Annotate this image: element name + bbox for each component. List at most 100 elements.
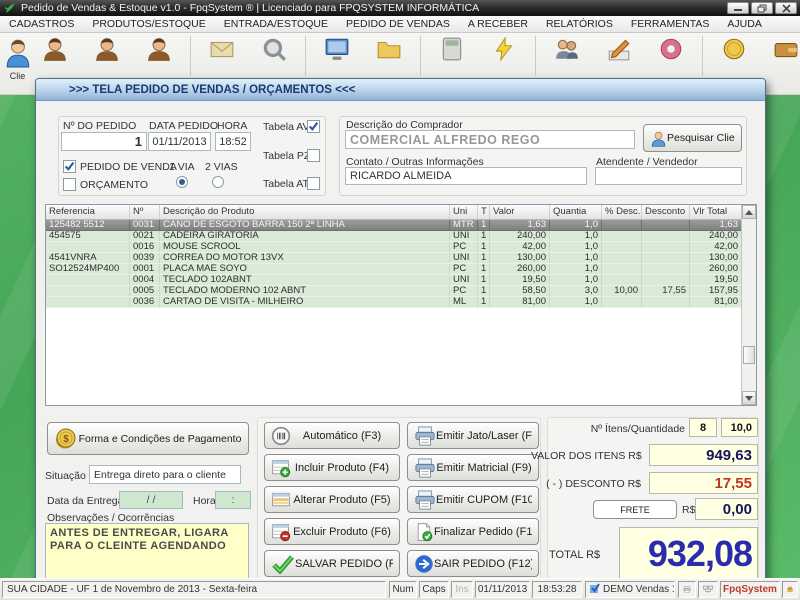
menu-cadastros[interactable]: CADASTROS xyxy=(0,16,83,33)
total-label: TOTAL R$ xyxy=(549,549,600,561)
emitir-jato-laser-button[interactable]: Emitir Jato/Laser (F8) xyxy=(407,422,539,449)
descricao-comprador-field[interactable]: COMERCIAL ALFREDO REGO xyxy=(345,130,635,149)
column-header-desconto[interactable]: Desconto xyxy=(642,205,690,219)
donut-icon[interactable] xyxy=(658,36,684,62)
forma-pagamento-label: Forma e Condições de Pagamento xyxy=(78,433,242,445)
scroll-up-button[interactable] xyxy=(742,205,756,219)
table-row[interactable]: SO12524MP4000001PLACA MÃE SOYOPC1260,001… xyxy=(46,264,756,275)
data-pedido-field[interactable]: 01/11/2013 xyxy=(148,132,211,151)
finalizar-pedido-button[interactable]: Finalizar Pedido (F11) xyxy=(407,518,539,545)
table-cell: 1,63 xyxy=(690,220,742,231)
data-entrega-field[interactable]: / / xyxy=(119,491,183,509)
tabela-av-label: Tabela AV xyxy=(263,121,303,133)
search-icon[interactable] xyxy=(261,36,287,62)
situacao-dropdown[interactable]: Entrega direto para o cliente xyxy=(89,465,241,484)
column-header-referencia[interactable]: Referencia xyxy=(46,205,130,219)
status-key-icon xyxy=(782,581,798,598)
menu-produtos-estoque[interactable]: PRODUTOS/ESTOQUE xyxy=(83,16,214,33)
svg-text:$: $ xyxy=(63,434,69,445)
product-table: ReferenciaNºDescrição do ProdutoUniTValo… xyxy=(45,204,757,406)
table-cell: 240,00 xyxy=(490,231,550,242)
menu-relat-rios[interactable]: RELATÓRIOS xyxy=(537,16,622,33)
situacao-label: Situação xyxy=(45,470,86,482)
pedido-venda-checkbox[interactable] xyxy=(63,160,76,173)
table-cell: 1,0 xyxy=(550,242,602,253)
menu-ferramentas[interactable]: FERRAMENTAS xyxy=(622,16,719,33)
tabela-at-checkbox[interactable] xyxy=(307,177,320,190)
excluir-produto-button[interactable]: Excluir Produto (F6) xyxy=(264,518,400,545)
salvar-pedido-button[interactable]: SALVAR PEDIDO (F7) xyxy=(264,550,400,577)
users-icon[interactable] xyxy=(554,36,580,62)
sair-pedido-button[interactable]: SAIR PEDIDO (F12) xyxy=(407,550,539,577)
forma-pagamento-button[interactable]: $ Forma e Condições de Pagamento xyxy=(47,422,249,455)
column-header--desc-[interactable]: % Desc. xyxy=(602,205,642,219)
coin-icon[interactable] xyxy=(721,36,747,62)
via2-radio[interactable] xyxy=(212,176,224,188)
table-row[interactable]: 4541VNRA0039CORREA DO MOTOR 13VXUNI1130,… xyxy=(46,253,756,264)
status-printer-icon[interactable] xyxy=(678,581,696,598)
emitir-cupom-button[interactable]: Emitir CUPOM (F10) xyxy=(407,486,539,513)
alterar-produto-button[interactable]: Alterar Produto (F5) xyxy=(264,486,400,513)
lightning-icon[interactable] xyxy=(491,36,517,62)
table-scrollbar[interactable] xyxy=(741,205,756,405)
table-row[interactable]: 0016MOUSE SCROOLPC142,001,042,00 xyxy=(46,242,756,253)
column-header-t[interactable]: T xyxy=(478,205,490,219)
pencil-icon[interactable] xyxy=(606,36,632,62)
close-button[interactable] xyxy=(775,2,797,14)
status-network-icon[interactable] xyxy=(698,581,718,598)
table-cell: PLACA MÃE SOYO xyxy=(160,264,450,275)
column-header-n-[interactable]: Nº xyxy=(130,205,160,219)
menu-ajuda[interactable]: AJUDA xyxy=(718,16,770,33)
numero-pedido-field[interactable]: 1 xyxy=(61,132,147,151)
emitir-matricial-button[interactable]: Emitir Matricial (F9) xyxy=(407,454,539,481)
pesquisar-cliente-button[interactable]: Pesquisar Cliente xyxy=(643,124,742,152)
table-row[interactable]: 125482 55120031CANO DE ESGOTO BARRA 150 … xyxy=(46,220,756,231)
column-header-vlr-total[interactable]: Vlr Total xyxy=(690,205,742,219)
scroll-down-button[interactable] xyxy=(742,391,756,405)
contato-field[interactable]: RICARDO ALMEIDA xyxy=(345,167,587,185)
table-cell: PC xyxy=(450,264,478,275)
table-cell xyxy=(46,286,130,297)
minimize-button[interactable] xyxy=(727,2,749,14)
column-header-quantia[interactable]: Quantia xyxy=(550,205,602,219)
atendente-dropdown[interactable] xyxy=(595,167,742,185)
scrollbar-thumb[interactable] xyxy=(743,346,755,364)
envelope-icon[interactable] xyxy=(209,36,235,62)
table-row[interactable]: 0004TECLADO 102ABNTUNI119,501,019,50 xyxy=(46,275,756,286)
menu-a-receber[interactable]: A RECEBER xyxy=(459,16,537,33)
table-cell: UNI xyxy=(450,231,478,242)
toolbar-separator xyxy=(305,36,306,76)
frete-button[interactable]: FRETE xyxy=(593,500,677,519)
table-row[interactable]: 4545750021CADEIRA GIRATORIAUNI1240,001,0… xyxy=(46,231,756,242)
hora-pedido-field[interactable]: 18:52 xyxy=(215,132,251,151)
status-time: 18:53:28 xyxy=(532,581,582,598)
person-icon[interactable] xyxy=(42,36,68,62)
wallet-icon[interactable] xyxy=(773,36,799,62)
hora-entrega-field[interactable]: : xyxy=(215,491,251,509)
table-row[interactable]: 0005TECLADO MODERNO 102 ABNTPC158,503,01… xyxy=(46,286,756,297)
table-cell xyxy=(602,242,642,253)
column-header-descri-o-do-produto[interactable]: Descrição do Produto xyxy=(160,205,450,219)
menu-entrada-estoque[interactable]: ENTRADA/ESTOQUE xyxy=(215,16,337,33)
folder-icon[interactable] xyxy=(376,36,402,62)
table-cell xyxy=(642,231,690,242)
person-icon[interactable] xyxy=(146,36,172,62)
person-icon[interactable] xyxy=(94,36,120,62)
calculator-icon[interactable] xyxy=(439,36,465,62)
toolbar-clientes-button[interactable]: Clie xyxy=(1,38,34,92)
column-header-valor[interactable]: Valor xyxy=(490,205,550,219)
status-ins: Ins xyxy=(451,581,473,598)
autom-tico-button[interactable]: Automático (F3) xyxy=(264,422,400,449)
restore-button[interactable] xyxy=(751,2,773,14)
orcamento-label: ORÇAMENTO xyxy=(80,179,148,191)
tabela-pz-checkbox[interactable] xyxy=(307,149,320,162)
table-row[interactable]: 0036CARTAO DE VISITA - MILHEIROML181,001… xyxy=(46,297,756,308)
incluir-produto-button[interactable]: Incluir Produto (F4) xyxy=(264,454,400,481)
tabela-av-checkbox[interactable] xyxy=(307,120,320,133)
menu-pedido-de-vendas[interactable]: PEDIDO DE VENDAS xyxy=(337,16,459,33)
monitor-icon[interactable] xyxy=(324,36,350,62)
via1-radio[interactable] xyxy=(176,176,188,188)
table-cell: PC xyxy=(450,242,478,253)
orcamento-checkbox[interactable] xyxy=(63,178,76,191)
column-header-uni[interactable]: Uni xyxy=(450,205,478,219)
